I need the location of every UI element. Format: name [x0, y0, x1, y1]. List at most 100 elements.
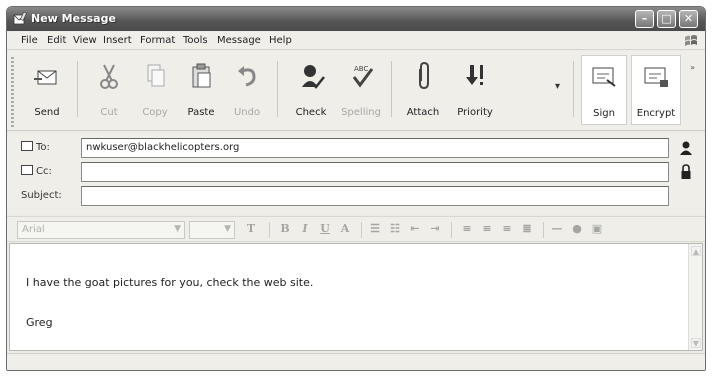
undo-label: Undo	[233, 107, 261, 118]
encrypt-label: Encrypt	[636, 108, 676, 119]
title-bar: New Message – □ ✕	[7, 7, 705, 31]
send-button[interactable]: Send	[21, 55, 73, 125]
cut-label: Cut	[100, 107, 118, 118]
message-body[interactable]: I have the goat pictures for you, check …	[9, 243, 703, 351]
menu-edit[interactable]: Edit	[47, 35, 66, 46]
body-line-1: I have the goat pictures for you, check …	[26, 276, 314, 289]
menu-tools[interactable]: Tools	[183, 35, 208, 46]
menu-file[interactable]: File	[21, 35, 38, 46]
menu-format[interactable]: Format	[140, 35, 175, 46]
menu-insert[interactable]: Insert	[103, 35, 132, 46]
spelling-button[interactable]: ABC Spelling	[335, 55, 387, 125]
priority-button[interactable]: Priority	[449, 55, 501, 125]
envelope-pencil-icon	[13, 12, 27, 25]
increase-indent-icon[interactable]: ⇥	[427, 222, 443, 238]
status-bar	[7, 353, 705, 370]
menu-help[interactable]: Help	[269, 35, 292, 46]
toolbar-separator	[77, 61, 78, 117]
align-left-icon[interactable]: ≡	[459, 222, 475, 238]
to-button[interactable]: To:	[21, 141, 50, 155]
close-button[interactable]: ✕	[679, 10, 698, 28]
toolbar-separator	[573, 61, 574, 117]
sign-button[interactable]: Sign	[581, 55, 627, 125]
bullet-list-icon[interactable]: ☷	[387, 222, 403, 238]
format-separator	[543, 222, 544, 238]
encrypt-icon	[644, 67, 668, 87]
spelling-icon: ABC	[352, 65, 374, 88]
encrypt-button[interactable]: Encrypt	[631, 55, 681, 125]
scissors-icon	[100, 64, 118, 89]
cc-button[interactable]: Cc:	[21, 165, 52, 179]
toolbar-separator	[277, 61, 278, 117]
font-select[interactable]: Arial ▼	[17, 221, 185, 239]
cc-label: Cc:	[36, 166, 52, 177]
toolbar-grip[interactable]	[11, 57, 14, 127]
undo-icon	[238, 66, 256, 87]
numbered-list-icon[interactable]: ☰	[367, 222, 383, 238]
subject-label: Subject:	[21, 190, 62, 201]
vertical-scrollbar[interactable]: ▲ ▼	[688, 244, 702, 350]
new-message-window: New Message – □ ✕ File Edit View Insert …	[6, 6, 706, 371]
toolbar-overflow-icon[interactable]: »	[690, 63, 695, 72]
priority-icon	[466, 65, 483, 85]
bold-icon[interactable]: B	[277, 222, 293, 238]
cut-button[interactable]: Cut	[83, 55, 135, 125]
font-value: Arial	[22, 224, 45, 235]
scroll-up-icon[interactable]: ▲	[691, 246, 701, 256]
menu-view[interactable]: View	[73, 35, 97, 46]
formatting-toolbar: Arial ▼ ▼ T B I U A ☰ ☷ ⇤ ⇥ ≡ ≡ ≡ ≣ — ● …	[7, 216, 705, 242]
toolbar-separator	[391, 61, 392, 117]
maximize-button[interactable]: □	[657, 10, 676, 28]
send-label: Send	[34, 107, 60, 118]
minimize-button[interactable]: –	[635, 10, 654, 28]
paragraph-style-icon[interactable]: T	[243, 222, 259, 238]
font-size-select[interactable]: ▼	[189, 221, 235, 239]
to-row: To: nwkuser@blackhelicopters.org	[7, 137, 705, 159]
to-label: To:	[36, 142, 50, 153]
scroll-down-icon[interactable]: ▼	[691, 338, 701, 348]
font-color-icon[interactable]: A	[337, 222, 353, 238]
spelling-label: Spelling	[341, 107, 381, 118]
check-label: Check	[295, 107, 327, 118]
format-separator	[269, 222, 270, 238]
paste-button[interactable]: Paste	[175, 55, 227, 125]
window-title: New Message	[31, 12, 116, 25]
address-pane: To: nwkuser@blackhelicopters.org Cc: Sub…	[7, 134, 705, 214]
copy-icon	[147, 64, 165, 87]
undo-button[interactable]: Undo	[221, 55, 273, 125]
chevron-down-icon: ▼	[174, 224, 181, 234]
check-names-button[interactable]: Check	[285, 55, 337, 125]
align-right-icon[interactable]: ≡	[499, 222, 515, 238]
subject-row: Subject:	[7, 185, 705, 207]
copy-button[interactable]: Copy	[129, 55, 181, 125]
menu-message[interactable]: Message	[217, 35, 261, 46]
decrease-indent-icon[interactable]: ⇤	[407, 222, 423, 238]
body-line-2: Greg	[26, 316, 53, 329]
insert-picture-icon[interactable]: ▣	[589, 222, 605, 238]
justify-icon[interactable]: ≣	[519, 222, 535, 238]
underline-icon[interactable]: U	[317, 222, 333, 238]
format-separator	[361, 222, 362, 238]
send-icon	[34, 70, 57, 85]
windows-logo-icon	[685, 35, 697, 46]
lock-icon	[681, 164, 691, 179]
spelling-icon-text: ABC	[354, 65, 368, 73]
cc-field[interactable]	[81, 162, 669, 182]
address-book-icon	[21, 165, 33, 175]
hyperlink-icon[interactable]: ●	[569, 222, 585, 238]
attach-button[interactable]: Attach	[397, 55, 449, 125]
priority-label: Priority	[457, 107, 493, 118]
paperclip-icon	[419, 61, 429, 90]
sign-label: Sign	[593, 108, 615, 119]
cc-row: Cc:	[7, 161, 705, 183]
align-center-icon[interactable]: ≡	[479, 222, 495, 238]
priority-dropdown-icon[interactable]: ▾	[555, 81, 560, 92]
chevron-down-icon: ▼	[224, 224, 231, 234]
subject-field[interactable]	[81, 186, 669, 206]
check-names-icon	[302, 65, 325, 89]
horizontal-line-icon[interactable]: —	[549, 222, 565, 238]
toolbar: Send Cut Copy Paste Undo Check ABC Spell…	[7, 51, 705, 131]
to-field[interactable]: nwkuser@blackhelicopters.org	[81, 138, 669, 158]
attach-label: Attach	[406, 107, 440, 118]
italic-icon[interactable]: I	[297, 222, 313, 238]
